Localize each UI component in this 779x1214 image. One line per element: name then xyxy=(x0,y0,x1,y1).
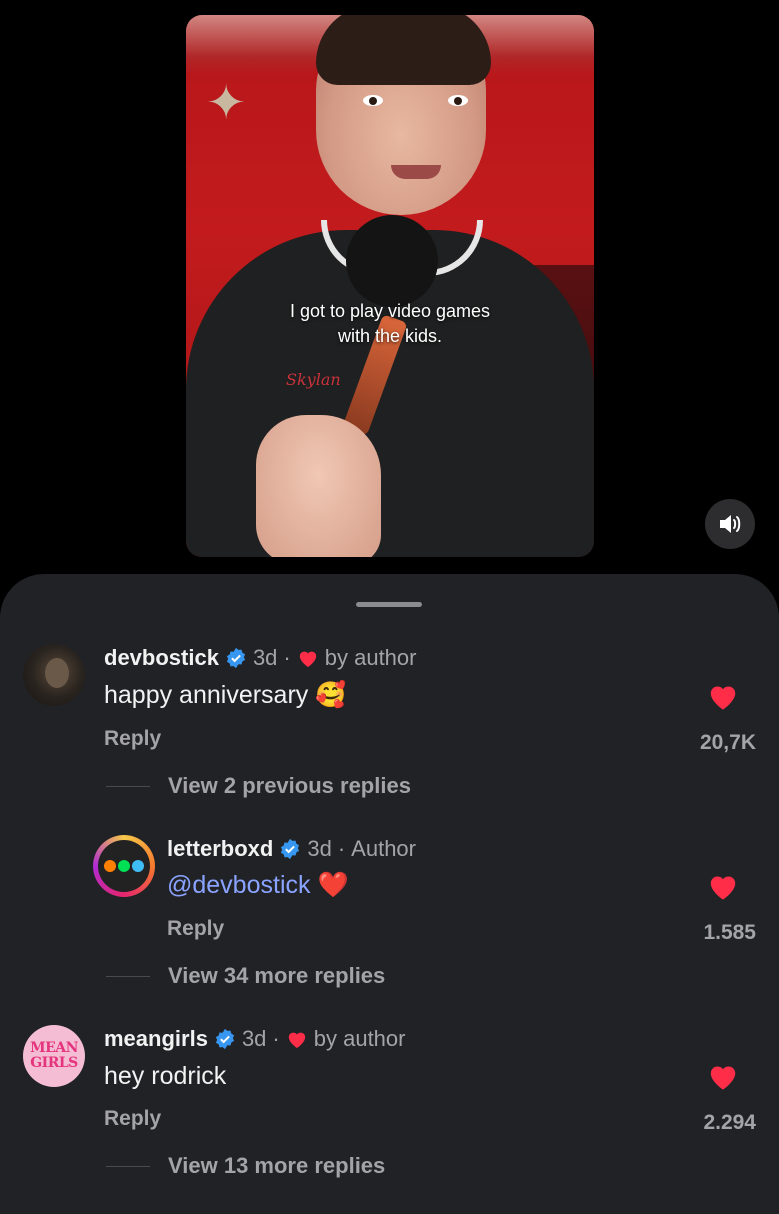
comment-text: happy anniversary 🥰 xyxy=(104,681,346,710)
username[interactable]: meangirls xyxy=(104,1026,208,1052)
separator: · xyxy=(283,645,291,670)
avatar-meangirls[interactable]: MEAN GIRLS xyxy=(23,1025,85,1087)
heart-icon xyxy=(288,1032,305,1049)
avatar-logo-text: GIRLS xyxy=(30,1055,78,1071)
video-player[interactable]: ✦ Skylan I got to play video games with … xyxy=(186,15,594,557)
separator: · xyxy=(337,836,346,861)
avatar-devbostick[interactable] xyxy=(23,644,85,706)
verified-icon xyxy=(281,838,300,860)
avatar-letterboxd[interactable] xyxy=(93,835,155,897)
comment-text: @devbostick ❤️ xyxy=(167,871,349,900)
logo-dot xyxy=(104,860,116,872)
username[interactable]: letterboxd xyxy=(167,836,273,862)
username[interactable]: devbostick xyxy=(104,645,219,671)
person-eye xyxy=(363,95,383,106)
sheet-grabber[interactable] xyxy=(356,602,422,607)
author-like-badge: by author xyxy=(313,1026,406,1051)
caption-line: with the kids. xyxy=(337,326,443,346)
sweater-logo: Skylan xyxy=(286,370,341,389)
caption-line: I got to play video games xyxy=(289,301,491,321)
person-hand xyxy=(256,415,381,557)
view-replies-label: View 34 more replies xyxy=(168,963,386,988)
sound-toggle-button[interactable] xyxy=(705,499,755,549)
person-hair xyxy=(316,15,491,85)
person-eye xyxy=(448,95,468,106)
comment-emoji: ❤️ xyxy=(317,871,349,899)
separator: · xyxy=(272,1026,280,1051)
view-replies-button[interactable]: View 13 more replies xyxy=(106,1153,385,1179)
comment-body: happy anniversary xyxy=(104,681,309,709)
like-button[interactable] xyxy=(703,1061,743,1096)
comment-header: devbostick 3d · by author xyxy=(104,645,416,671)
author-badge: Author xyxy=(351,836,416,861)
thread-line xyxy=(106,1165,150,1167)
view-replies-button[interactable]: View 34 more replies xyxy=(106,963,385,989)
heart-icon xyxy=(710,1066,736,1090)
view-replies-label: View 2 previous replies xyxy=(168,773,411,798)
comment-time: 3d xyxy=(307,836,332,861)
star-decoration: ✦ xyxy=(206,77,247,130)
heart-icon xyxy=(710,686,736,710)
speaker-icon xyxy=(720,515,741,533)
comment-time: 3d xyxy=(252,645,278,670)
avatar-logo-text: MEAN xyxy=(30,1040,78,1056)
comment-emoji: 🥰 xyxy=(315,681,347,709)
thread-line xyxy=(106,785,150,787)
comment-text: hey rodrick xyxy=(104,1062,227,1090)
view-replies-button[interactable]: View 2 previous replies xyxy=(106,773,411,799)
comment-header: letterboxd 3d · Author xyxy=(167,836,416,862)
person-mouth xyxy=(391,165,441,179)
author-like-badge: by author xyxy=(324,645,417,670)
logo-dot xyxy=(118,860,130,872)
like-count: 20,7K xyxy=(699,731,756,754)
reply-button[interactable]: Reply xyxy=(104,727,161,751)
thread-line xyxy=(106,975,150,977)
logo-dot xyxy=(132,860,144,872)
heart-icon xyxy=(299,651,316,668)
like-button[interactable] xyxy=(703,871,743,906)
comment-header: meangirls 3d · by author xyxy=(104,1026,405,1052)
mention-link[interactable]: @devbostick xyxy=(167,871,311,899)
reply-button[interactable]: Reply xyxy=(167,917,224,941)
reply-button[interactable]: Reply xyxy=(104,1107,161,1131)
comment-time: 3d xyxy=(241,1026,267,1051)
like-count: 1.585 xyxy=(703,921,756,944)
verified-icon xyxy=(226,647,246,669)
like-count: 2.294 xyxy=(703,1111,756,1134)
verified-icon xyxy=(215,1028,235,1050)
letterboxd-logo xyxy=(98,840,150,892)
view-replies-label: View 13 more replies xyxy=(168,1153,386,1178)
like-button[interactable] xyxy=(703,681,743,716)
heart-icon xyxy=(710,876,736,900)
video-caption: I got to play video games with the kids. xyxy=(186,299,594,349)
